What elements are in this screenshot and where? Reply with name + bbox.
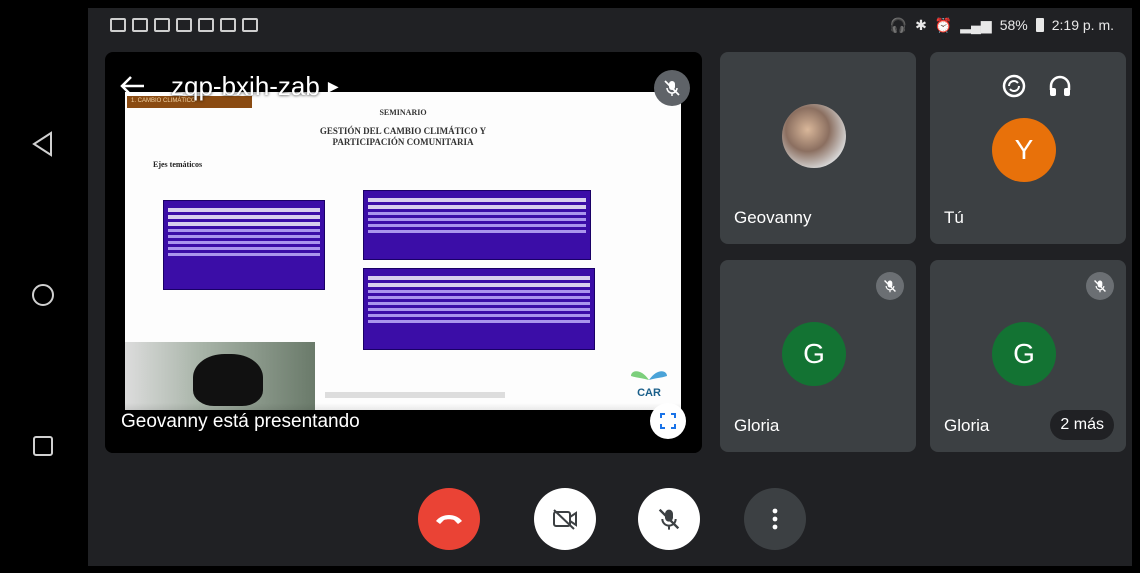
bluetooth-icon: ✱ [915, 16, 927, 33]
muted-badge [876, 272, 904, 300]
end-call-icon [436, 515, 462, 524]
more-options-button[interactable] [744, 488, 806, 550]
presenter-mic-off-badge [654, 70, 690, 106]
audio-output-button[interactable] [1046, 72, 1074, 105]
facebook-icon [132, 18, 148, 32]
participant-name: Tú [944, 208, 964, 227]
nav-home-button[interactable] [27, 279, 59, 311]
app-icon [220, 18, 236, 32]
notification-icon [110, 18, 126, 32]
signal-icon: ▂▄▆ [960, 16, 992, 33]
more-participants-chip[interactable]: 2 más [1050, 410, 1114, 440]
participant-name: Gloria [944, 416, 990, 435]
muted-badge [1086, 272, 1114, 300]
mail-icon [176, 18, 192, 32]
participant-tile[interactable]: G Gloria 2 más [930, 260, 1126, 452]
car-logo-icon: CAR [631, 371, 667, 399]
home-circle-icon [32, 284, 54, 306]
participant-name: Geovanny [734, 208, 812, 227]
recents-square-icon [33, 436, 53, 456]
battery-percent: 58% [999, 17, 1028, 33]
end-call-button[interactable] [418, 488, 480, 550]
slide-box-1 [163, 200, 325, 290]
mic-off-icon [658, 508, 680, 530]
back-arrow-icon [120, 76, 144, 96]
system-nav-bar [0, 0, 88, 573]
car-logo-text: CAR [637, 387, 661, 399]
fullscreen-button[interactable] [650, 403, 686, 439]
participant-tile[interactable]: G Gloria [720, 260, 916, 452]
presenting-label: Geovanny está presentando [121, 411, 360, 432]
youtube-icon [242, 18, 258, 32]
shared-slide: 1. CAMBIO CLIMÁTICO SEMINARIO GESTIÓN DE… [125, 92, 681, 410]
battery-icon [1035, 18, 1044, 32]
mic-off-icon [1094, 280, 1106, 293]
slide-title: GESTIÓN DEL CAMBIO CLIMÁTICO Y PARTICIPA… [319, 126, 487, 147]
call-controls [88, 474, 1132, 564]
car-logo: CAR [627, 360, 671, 402]
status-bar: 🎧 ✱ ⏰ ▂▄▆ 58% 2:19 p. m. [88, 8, 1132, 42]
self-controls [1000, 72, 1074, 105]
back-button[interactable] [117, 70, 149, 102]
video-off-icon [553, 509, 577, 530]
mic-off-icon [884, 280, 896, 293]
meet-screen: 🎧 ✱ ⏰ ▂▄▆ 58% 2:19 p. m. zqp-bxih-zab ▶ … [88, 8, 1132, 566]
system-status: 🎧 ✱ ⏰ ▂▄▆ 58% 2:19 p. m. [890, 17, 1114, 34]
participant-tile[interactable]: Geovanny [720, 52, 916, 244]
check-icon [154, 18, 170, 32]
slide-box-3 [363, 268, 595, 350]
avatar: Y [992, 118, 1056, 182]
mic-toggle-button[interactable] [638, 488, 700, 550]
slide-box-2 [363, 190, 591, 260]
camera-toggle-button[interactable] [534, 488, 596, 550]
alarm-icon: ⏰ [934, 16, 953, 33]
nav-back-button[interactable] [27, 128, 59, 160]
headphones-icon [1049, 75, 1071, 96]
fullscreen-icon [660, 413, 676, 429]
slide-footer [325, 392, 505, 398]
gallery-icon [198, 18, 214, 32]
switch-camera-button[interactable] [1000, 72, 1028, 105]
back-triangle-icon [32, 131, 52, 157]
more-vert-icon [772, 508, 778, 530]
meeting-header: zqp-bxih-zab ▶ [105, 66, 702, 106]
nav-recents-button[interactable] [27, 430, 59, 462]
slide-heading: SEMINARIO [379, 108, 427, 117]
bear-image [193, 354, 263, 406]
headset-status-icon: 🎧 [889, 16, 908, 33]
slide-subtitle: Ejes temáticos [153, 160, 203, 169]
notification-icons [110, 18, 258, 32]
chevron-right-icon[interactable]: ▶ [328, 78, 339, 95]
avatar: G [992, 322, 1056, 386]
participant-name: Gloria [734, 416, 780, 435]
meeting-code[interactable]: zqp-bxih-zab [171, 71, 320, 102]
avatar [782, 104, 846, 168]
avatar: G [782, 322, 846, 386]
presentation-tile[interactable]: zqp-bxih-zab ▶ 1. CAMBIO CLIMÁTICO SEMIN… [105, 52, 702, 453]
self-tile[interactable]: Y Tú [930, 52, 1126, 244]
mic-off-icon [664, 80, 680, 96]
camera-switch-icon [1002, 74, 1026, 98]
clock: 2:19 p. m. [1051, 17, 1114, 33]
